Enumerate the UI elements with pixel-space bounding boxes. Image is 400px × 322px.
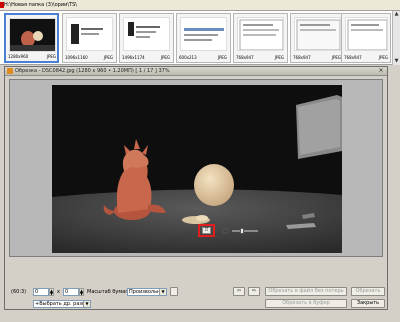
thumbnail[interactable]: 1280x960 JPEG: [4, 13, 59, 63]
zoom-icon: [222, 228, 229, 234]
thumbnail-image: [294, 17, 341, 51]
image-frame: [9, 79, 383, 257]
thumbnail[interactable]: 768x947 JPEG: [341, 13, 391, 63]
thumbnail[interactable]: 1496x1174 JPEG: [119, 13, 174, 63]
thumbnail-label: 768x947 JPEG: [344, 55, 388, 60]
thumbnail-strip: 1280x960 JPEG 1096x1160 JPEG 1496x1174 JPEG…: [0, 11, 400, 65]
next-button[interactable]: ⇨: [248, 287, 260, 296]
window-title: Обрезка - DSC0842.jpg (1280 x 960 • 1.20…: [15, 68, 170, 74]
size-select[interactable]: +Выбрать др. разм ▼: [33, 300, 91, 308]
path-text: H:\Новая папка (3)\ории\TS\: [4, 2, 77, 8]
app-icon: [7, 68, 13, 74]
paper-scale-select[interactable]: Произвольно ▼: [127, 288, 167, 296]
crop-window: Обрезка - DSC0842.jpg (1280 x 960 • 1.20…: [4, 66, 388, 310]
grid-toggle-button[interactable]: ⠿: [202, 227, 211, 234]
thumbnail-image: [66, 17, 113, 51]
close-button[interactable]: Закрыть: [351, 299, 385, 308]
thumbnail-label: 1096x1160 JPEG: [65, 55, 113, 60]
prev-button[interactable]: ⇦: [233, 287, 245, 296]
width-input[interactable]: 0: [33, 288, 49, 296]
thumbnail-label: 1280x960 JPEG: [8, 54, 56, 59]
thumbnail-image: [345, 17, 388, 51]
zoom-slider-thumb[interactable]: [240, 228, 244, 234]
paper-scale-label: Масштаб бумаги:: [87, 289, 133, 295]
thumbnail-label: 768x947 JPEG: [293, 55, 341, 60]
thumbnail-label: 600x213 JPEG: [179, 55, 227, 60]
close-icon[interactable]: ×: [376, 67, 386, 75]
width-spinner[interactable]: ▲ ▼: [49, 288, 54, 296]
scroll-down-icon[interactable]: ▼: [393, 58, 400, 65]
zoom-slider-track[interactable]: [232, 230, 258, 232]
thumbnail[interactable]: 1096x1160 JPEG: [62, 13, 117, 63]
chevron-down-icon: ▼: [83, 301, 90, 307]
thumbnail-label: 768x947 JPEG: [236, 55, 284, 60]
thumbnail[interactable]: 768x947 JPEG: [290, 13, 345, 63]
thumbnail-label: 1496x1174 JPEG: [122, 55, 170, 60]
photo-preview[interactable]: [52, 85, 342, 253]
height-input[interactable]: 0: [63, 288, 79, 296]
thumbnail[interactable]: 600x213 JPEG: [176, 13, 231, 63]
crop-to-file-button[interactable]: Обрезать в файл без потерь: [265, 287, 347, 296]
thumbnail[interactable]: 768x947 JPEG: [233, 13, 288, 63]
grid-icon: ⠿: [204, 227, 209, 233]
thumbnail-image: [9, 18, 56, 52]
size-select-value: +Выбрать др. разм: [35, 301, 86, 307]
times-label: x: [57, 289, 60, 295]
chevron-down-icon: ▼: [159, 289, 166, 295]
thumbnail-image: [180, 17, 227, 51]
crop-button[interactable]: Обрезать: [351, 287, 385, 296]
strip-scrollbar[interactable]: ▲ ▼: [392, 11, 400, 65]
ratio-label: (60:3): [11, 289, 27, 295]
scale-options-button[interactable]: [170, 287, 178, 296]
height-spinner[interactable]: ▲ ▼: [79, 288, 84, 296]
thumbnail-image: [237, 17, 284, 51]
window-titlebar: Обрезка - DSC0842.jpg (1280 x 960 • 1.20…: [5, 67, 387, 76]
thumbnail-image: [123, 17, 170, 51]
scroll-up-icon[interactable]: ▲: [393, 11, 400, 18]
path-bar: H:\Новая папка (3)\ории\TS\: [0, 0, 400, 11]
crop-to-buffer-button[interactable]: Обрезать в буфер: [265, 299, 347, 308]
